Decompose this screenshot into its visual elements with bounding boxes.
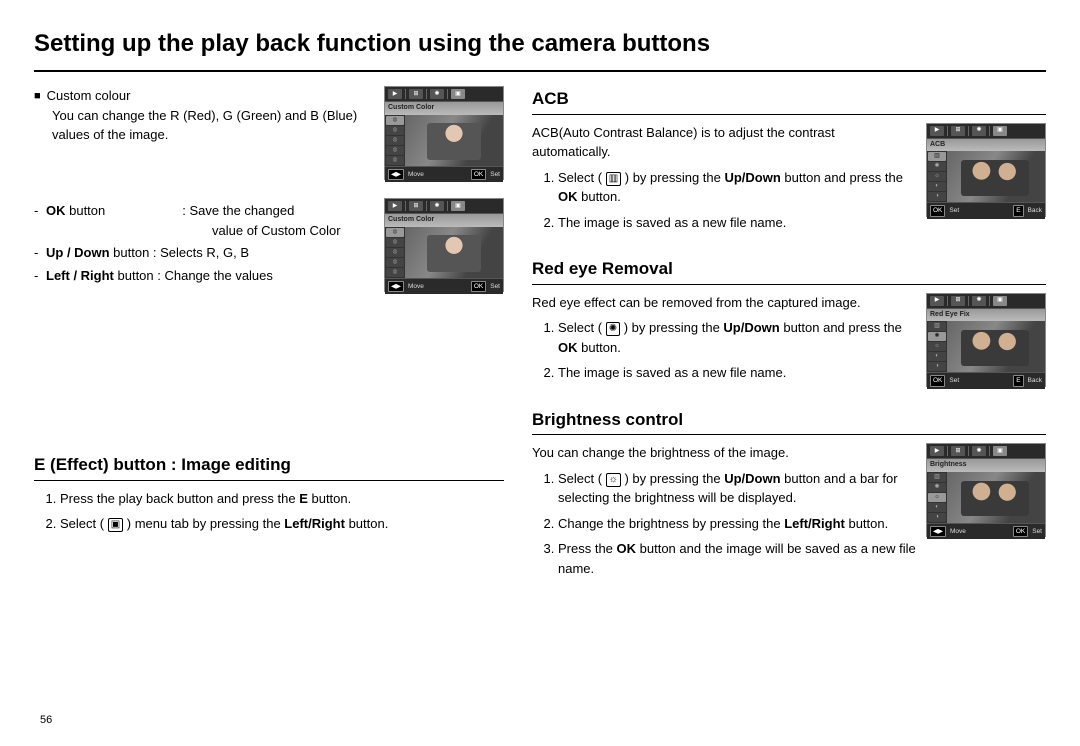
effect-step-1: Press the play back button and press the… <box>60 489 504 509</box>
e-btn: E <box>1013 205 1023 217</box>
screenshot-label: Custom Color <box>385 214 503 227</box>
ok-btn: OK <box>1013 526 1028 538</box>
set-label: Set <box>1032 527 1042 537</box>
acb-step-1: Select ( ▥ ) by pressing the Up/Down but… <box>558 168 916 207</box>
leftright-button-def: -Left / Right button : Change the values <box>34 266 372 286</box>
move-btn: ◀▶ <box>388 169 404 181</box>
custom-colour-heading: Custom colour <box>34 86 372 106</box>
brightness-desc: You can change the brightness of the ima… <box>532 443 916 463</box>
move-label: Move <box>408 282 424 292</box>
page-number: 56 <box>40 712 52 729</box>
right-column: ACB ACB(Auto Contrast Balance) is to adj… <box>532 86 1046 584</box>
screenshot-label: Red Eye Fix <box>927 309 1045 322</box>
move-btn: ◀▶ <box>930 526 946 538</box>
brightness-step-2: Change the brightness by pressing the Le… <box>558 514 916 534</box>
brightness-screenshot: ▶⊞✺▣ Brightness ▥✺☼◐◑ ◀▶MoveOKSet <box>926 443 1046 537</box>
set-label: Set <box>490 282 500 292</box>
page-title: Setting up the play back function using … <box>34 26 1046 72</box>
brightness-heading: Brightness control <box>532 407 1046 436</box>
e-btn: E <box>1013 375 1023 387</box>
custom-color-screenshot-2: ▶⊞✺▣ Custom Color ⦻⦻⦻⦻⦻ ◀▶MoveOKSet <box>384 198 504 292</box>
acb-icon: ▥ <box>606 172 621 186</box>
brightness-step-1: Select ( ) by pressing the Up/Down butto… <box>558 469 916 508</box>
move-label: Move <box>408 170 424 180</box>
screenshot-label: Brightness <box>927 459 1045 472</box>
acb-desc: ACB(Auto Contrast Balance) is to adjust … <box>532 123 916 162</box>
brightness-sun-icon <box>606 473 621 487</box>
set-label: Set <box>949 206 959 216</box>
menu-tab-icon: ▣ <box>108 518 123 532</box>
screenshot-label: ACB <box>927 139 1045 152</box>
screenshot-label: Custom Color <box>385 102 503 115</box>
redeye-step-1: Select ( ✺ ) by pressing the Up/Down but… <box>558 318 916 357</box>
acb-heading: ACB <box>532 86 1046 115</box>
redeye-step-2: The image is saved as a new file name. <box>558 363 916 383</box>
acb-step-2: The image is saved as a new file name. <box>558 213 916 233</box>
ok-button-def: -OK button: Save the changedvalue of Cus… <box>34 201 372 240</box>
ok-btn: OK <box>471 169 486 181</box>
redeye-screenshot: ▶⊞✺▣ Red Eye Fix ▥✺☼◐◑ OKSetEBack <box>926 293 1046 387</box>
set-label: Set <box>949 376 959 386</box>
acb-screenshot: ▶⊞✺▣ ACB ▥✺☼◐◑ OKSetEBack <box>926 123 1046 217</box>
ok-btn: OK <box>930 375 945 387</box>
redeye-desc: Red eye effect can be removed from the c… <box>532 293 916 313</box>
ok-btn: OK <box>471 281 486 293</box>
effect-step-2: Select ( ▣ ) menu tab by pressing the Le… <box>60 514 504 534</box>
custom-colour-desc: You can change the R (Red), G (Green) an… <box>52 106 372 145</box>
redeye-icon: ✺ <box>606 322 620 336</box>
set-label: Set <box>490 170 500 180</box>
move-btn: ◀▶ <box>388 281 404 293</box>
back-label: Back <box>1028 206 1042 216</box>
updown-button-def: -Up / Down button : Selects R, G, B <box>34 243 372 263</box>
move-label: Move <box>950 527 966 537</box>
e-effect-heading: E (Effect) button : Image editing <box>34 452 504 481</box>
back-label: Back <box>1028 376 1042 386</box>
brightness-step-3: Press the OK button and the image will b… <box>558 539 916 578</box>
ok-btn: OK <box>930 205 945 217</box>
custom-color-screenshot-1: ▶⊞✺▣ Custom Color ⦻⦻⦻⦻⦻ ◀▶MoveOKSet <box>384 86 504 180</box>
left-column: Custom colour You can change the R (Red)… <box>34 86 504 584</box>
redeye-heading: Red eye Removal <box>532 256 1046 285</box>
